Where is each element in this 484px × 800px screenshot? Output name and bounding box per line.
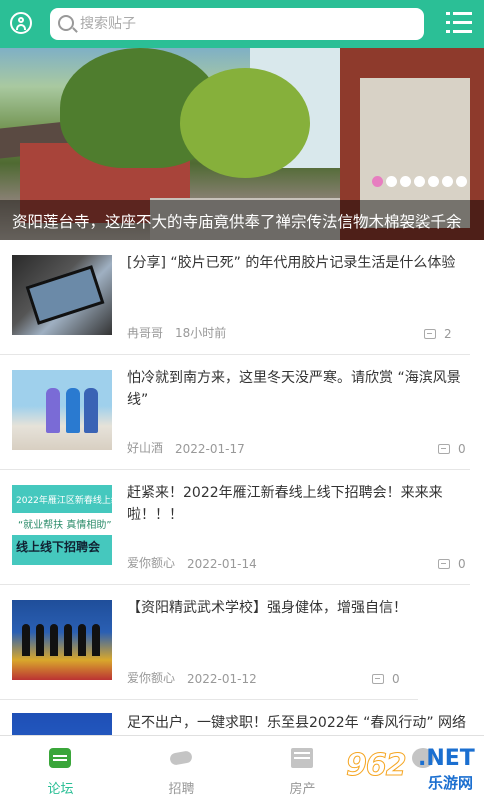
list-item[interactable]: 怕冷就到南方来，这里冬天没严寒。请欣赏 “海滨风景线” 好山酒 2022-01-… — [0, 355, 484, 470]
person-figure — [22, 624, 30, 656]
comment-count-value: 0 — [458, 442, 466, 456]
person-figure — [46, 388, 60, 433]
list-item[interactable]: 2022年雁江区新春线上线下招聘会 “就业帮扶 真情相助” 线上线下招聘会 赶紧… — [0, 470, 484, 585]
thumb-heading: 线上线下招聘会 — [16, 540, 101, 554]
comment-icon — [372, 674, 384, 684]
menu-bullet — [446, 12, 450, 15]
person-figure — [84, 388, 98, 433]
handshake-icon — [170, 748, 192, 768]
post-title[interactable]: 足不出户，一键求职！乐至县2022年 “春风行动” 网络 — [127, 712, 472, 734]
menu-line — [453, 30, 472, 33]
tab-label: 招聘 — [168, 782, 195, 797]
post-thumbnail — [12, 370, 112, 450]
comment-count-value: 0 — [458, 557, 466, 571]
watermark-net: .NET — [418, 746, 475, 771]
search-icon — [58, 15, 74, 31]
comment-count: 0 — [438, 557, 466, 571]
post-thumbnail — [12, 713, 112, 735]
person-figure — [78, 624, 86, 656]
watermark-cn: 乐游网 — [428, 774, 474, 792]
comment-icon — [424, 329, 436, 339]
list-menu-icon[interactable] — [446, 12, 472, 34]
comment-count: 0 — [438, 442, 466, 456]
tab-label: 房产 — [289, 782, 316, 797]
banner-caption[interactable]: 资阳莲台寺，这座不大的寺庙竟供奉了禅宗传法信物木棉袈裟千余 — [12, 210, 462, 232]
carousel-dot[interactable] — [414, 176, 425, 187]
post-title[interactable]: 赶紧来！2022年雁江新春线上线下招聘会！来来来啦！！！ — [127, 482, 472, 526]
list-item[interactable]: 足不出户，一键求职！乐至县2022年 “春风行动” 网络 — [0, 700, 484, 735]
comment-icon — [438, 559, 450, 569]
carousel-dot-active[interactable] — [372, 176, 383, 187]
watermark-logo: 962 — [346, 748, 408, 784]
list-item[interactable]: 【资阳精武武术学校】强身健体，增强自信！ 爱你额心 2022-01-12 0 — [0, 585, 484, 700]
post-thumbnail: 2022年雁江区新春线上线下招聘会 “就业帮扶 真情相助” 线上线下招聘会 — [12, 485, 112, 565]
person-figure — [36, 624, 44, 656]
post-time: 2022-01-14 — [187, 557, 257, 571]
post-thumbnail — [12, 600, 112, 680]
carousel-dot[interactable] — [442, 176, 453, 187]
post-time: 2022-01-17 — [175, 442, 245, 456]
thumb-slogan: “就业帮扶 真情相助” — [18, 520, 112, 531]
menu-line — [453, 12, 472, 15]
tab-property[interactable]: 房产 — [242, 736, 363, 800]
person-figure — [64, 624, 72, 656]
menu-bullet — [446, 21, 450, 24]
person-figure — [66, 388, 80, 433]
carousel-dot[interactable] — [400, 176, 411, 187]
tab-label: 论坛 — [47, 782, 74, 797]
comment-count: 0 — [372, 672, 400, 686]
carousel-dot[interactable] — [456, 176, 467, 187]
post-time: 2022-01-12 — [187, 672, 257, 686]
post-author: 爱你额心 — [127, 671, 176, 685]
comment-count-value: 2 — [444, 327, 452, 341]
post-title[interactable]: [分享] “胶片已死” 的年代用胶片记录生活是什么体验 — [127, 252, 472, 274]
comment-icon — [438, 444, 450, 454]
person-figure — [50, 624, 58, 656]
post-thumbnail — [12, 255, 112, 335]
tab-forum[interactable]: 论坛 — [0, 736, 121, 800]
menu-bullet — [446, 30, 450, 33]
post-time: 18小时前 — [175, 326, 227, 340]
post-title[interactable]: 怕冷就到南方来，这里冬天没严寒。请欣赏 “海滨风景线” — [127, 367, 472, 411]
person-figure — [92, 624, 100, 656]
post-author: 好山酒 — [127, 441, 164, 455]
carousel-dot[interactable] — [428, 176, 439, 187]
top-header — [0, 0, 484, 48]
user-head-shape — [18, 17, 24, 23]
user-body-shape — [16, 24, 26, 30]
search-input[interactable] — [80, 8, 410, 40]
list-item[interactable]: [分享] “胶片已死” 的年代用胶片记录生活是什么体验 冉哥哥 18小时前 2 — [0, 240, 484, 355]
carousel-dot[interactable] — [386, 176, 397, 187]
search-bar[interactable] — [50, 8, 424, 40]
banner-carousel[interactable]: 资阳莲台寺，这座不大的寺庙竟供奉了禅宗传法信物木棉袈裟千余 — [0, 48, 484, 240]
thumb-caption: 2022年雁江区新春线上线下招聘会 — [16, 496, 112, 506]
tab-recruit[interactable]: 招聘 — [121, 736, 242, 800]
site-watermark: 962 .NET 乐游网 — [346, 742, 484, 798]
user-icon[interactable] — [10, 12, 32, 34]
comment-count-value: 0 — [392, 672, 400, 686]
banner-tree — [180, 68, 310, 178]
house-icon — [291, 748, 313, 768]
post-title[interactable]: 【资阳精武武术学校】强身健体，增强自信！ — [127, 597, 472, 619]
banner-caption-bar: 资阳莲台寺，这座不大的寺庙竟供奉了禅宗传法信物木棉袈裟千余 — [0, 200, 484, 240]
post-author: 冉哥哥 — [127, 326, 164, 340]
film-frame — [25, 265, 105, 325]
post-author: 爱你额心 — [127, 556, 176, 570]
menu-line — [453, 21, 472, 24]
comment-count: 2 — [424, 327, 452, 341]
forum-icon — [49, 748, 71, 768]
